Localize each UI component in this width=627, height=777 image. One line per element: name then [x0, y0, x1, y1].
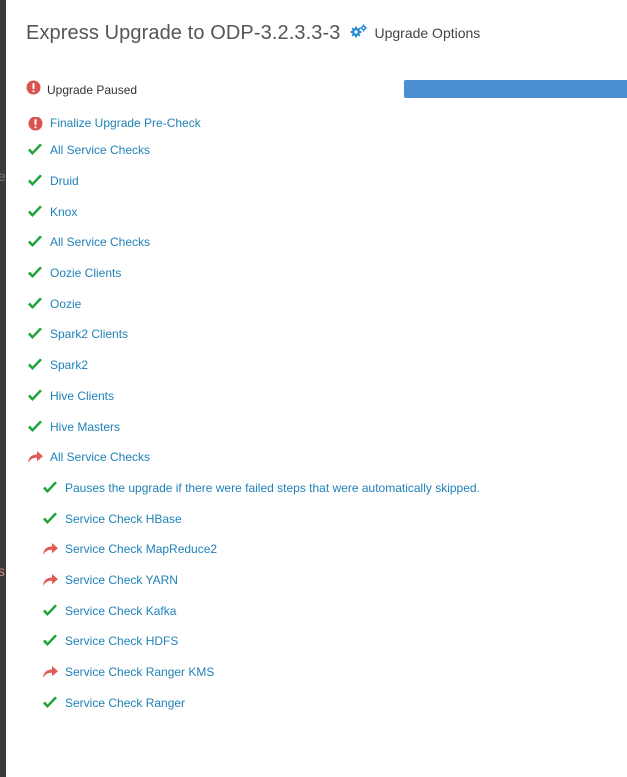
- check-icon: [26, 325, 44, 343]
- upgrade-progress-bar: [404, 80, 627, 98]
- progress-bar-fill: [404, 80, 627, 98]
- gears-icon: [350, 23, 368, 43]
- task-row: Knox: [26, 196, 626, 227]
- task-row: All Service Checks: [26, 135, 626, 166]
- task-link[interactable]: Oozie Clients: [50, 266, 121, 280]
- task-link[interactable]: All Service Checks: [50, 450, 150, 464]
- task-link[interactable]: Service Check HBase: [65, 512, 182, 526]
- upgrade-status: Upgrade Paused: [26, 80, 137, 100]
- task-link[interactable]: Service Check HDFS: [65, 634, 178, 648]
- upgrade-modal: Express Upgrade to ODP-3.2.3.3-3 Upgrade…: [6, 0, 627, 777]
- task-row: Service Check MapReduce2: [26, 534, 626, 565]
- background-text-fragment: e: [0, 168, 6, 184]
- task-link[interactable]: Oozie: [50, 297, 81, 311]
- check-icon: [41, 510, 59, 528]
- upgrade-task-list: Finalize Upgrade Pre-Check All Service Ch…: [26, 117, 626, 711]
- task-link[interactable]: Druid: [50, 174, 79, 188]
- check-icon: [26, 418, 44, 436]
- skip-arrow-icon: [41, 540, 59, 558]
- check-icon: [41, 632, 59, 650]
- task-row: Service Check HBase: [26, 503, 626, 534]
- task-row: Hive Masters: [26, 411, 626, 442]
- exclamation-circle-icon: [26, 80, 41, 100]
- task-link[interactable]: All Service Checks: [50, 143, 150, 157]
- task-link[interactable]: Spark2 Clients: [50, 327, 128, 341]
- task-row: Pauses the upgrade if there were failed …: [26, 473, 626, 504]
- check-icon: [26, 387, 44, 405]
- task-row: All Service Checks: [26, 442, 626, 473]
- upgrade-options-label: Upgrade Options: [374, 25, 481, 41]
- task-link[interactable]: Service Check MapReduce2: [65, 542, 217, 556]
- check-icon: [26, 356, 44, 374]
- page-title: Express Upgrade to ODP-3.2.3.3-3: [26, 21, 341, 44]
- task-row: All Service Checks: [26, 227, 626, 258]
- task-link[interactable]: Service Check Ranger KMS: [65, 665, 214, 679]
- task-link[interactable]: Hive Clients: [50, 389, 114, 403]
- task-row: Spark2 Clients: [26, 319, 626, 350]
- task-row: Oozie: [26, 288, 626, 319]
- task-row: Service Check HDFS: [26, 626, 626, 657]
- task-row: Hive Clients: [26, 381, 626, 412]
- check-icon: [41, 479, 59, 497]
- skip-arrow-icon: [41, 663, 59, 681]
- check-icon: [26, 295, 44, 313]
- task-row: Service Check Ranger: [26, 687, 626, 711]
- check-icon: [41, 694, 59, 711]
- task-link[interactable]: Service Check Ranger: [65, 696, 185, 710]
- task-row: Finalize Upgrade Pre-Check: [26, 117, 626, 135]
- check-icon: [26, 203, 44, 221]
- task-row: Oozie Clients: [26, 258, 626, 289]
- check-icon: [26, 141, 44, 159]
- task-link[interactable]: Pauses the upgrade if there were failed …: [65, 481, 480, 495]
- check-icon: [26, 264, 44, 282]
- task-row: Service Check Ranger KMS: [26, 657, 626, 688]
- task-link[interactable]: Hive Masters: [50, 420, 120, 434]
- task-row: Service Check Kafka: [26, 595, 626, 626]
- upgrade-options-button[interactable]: Upgrade Options: [350, 23, 481, 43]
- task-row: Service Check YARN: [26, 565, 626, 596]
- task-link[interactable]: All Service Checks: [50, 235, 150, 249]
- check-icon: [26, 233, 44, 251]
- task-link[interactable]: Knox: [50, 205, 77, 219]
- task-row: Druid: [26, 166, 626, 197]
- check-icon: [26, 172, 44, 190]
- check-icon: [41, 602, 59, 620]
- status-text: Upgrade Paused: [47, 83, 138, 97]
- task-link[interactable]: Finalize Upgrade Pre-Check: [50, 117, 201, 130]
- skip-arrow-icon: [26, 448, 44, 466]
- modal-header: Express Upgrade to ODP-3.2.3.3-3 Upgrade…: [26, 18, 480, 48]
- task-link[interactable]: Spark2: [50, 358, 88, 372]
- task-link[interactable]: Service Check Kafka: [65, 604, 176, 618]
- task-row: Spark2: [26, 350, 626, 381]
- task-link[interactable]: Service Check YARN: [65, 573, 178, 587]
- skip-arrow-icon: [41, 571, 59, 589]
- exclamation-circle-icon: [26, 117, 44, 132]
- background-text-fragment: s: [0, 563, 5, 579]
